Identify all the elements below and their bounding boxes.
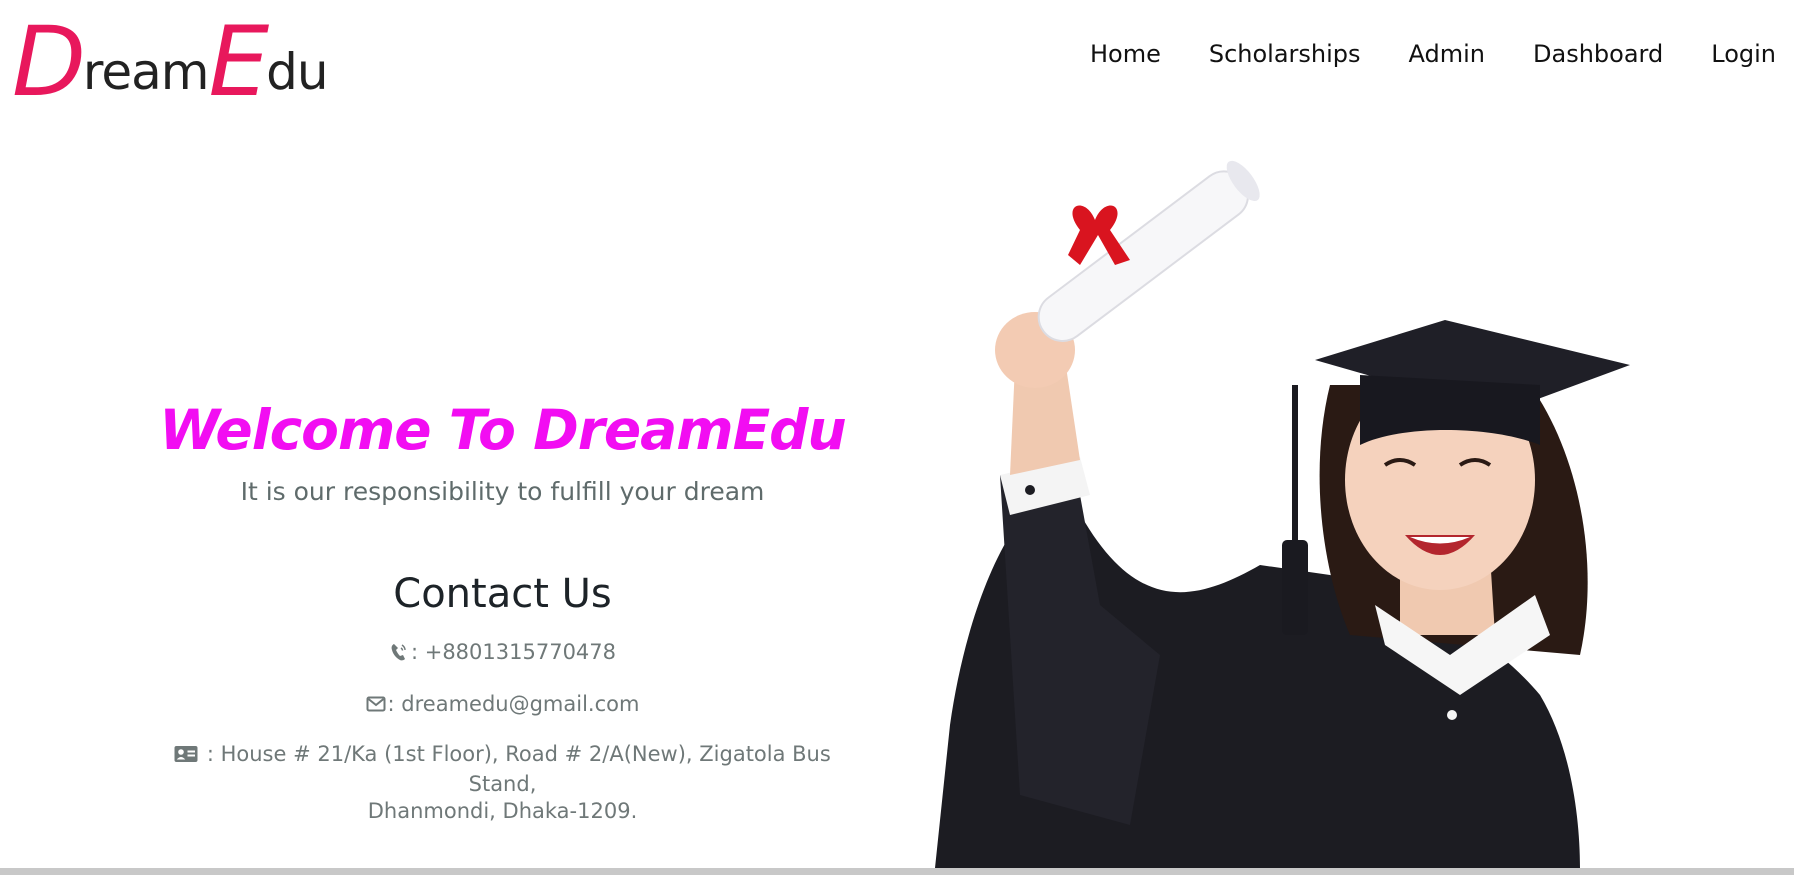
logo-letter-d: D <box>12 6 86 118</box>
contact-address-line1: : House # 21/Ka (1st Floor), Road # 2/A(… <box>200 742 831 796</box>
logo-text-ream: ream <box>82 43 210 101</box>
bottom-scrollbar[interactable] <box>0 868 1794 875</box>
contact-address: : House # 21/Ka (1st Floor), Road # 2/A(… <box>140 741 865 825</box>
main-nav: Home Scholarships Admin Dashboard Login <box>1090 40 1776 68</box>
tagline: It is our responsibility to fulfill your… <box>240 477 765 506</box>
graduate-image <box>930 135 1665 868</box>
contact-phone-text: : +8801315770478 <box>410 640 617 664</box>
nav-home[interactable]: Home <box>1090 40 1161 68</box>
contact-email-text: : dreamedu@gmail.com <box>387 692 640 716</box>
contact-address-line2: Dhanmondi, Dhaka-1209. <box>367 799 638 823</box>
nav-scholarships[interactable]: Scholarships <box>1209 40 1361 68</box>
contact-phone: : +8801315770478 <box>140 639 865 669</box>
contact-email: : dreamedu@gmail.com <box>140 691 865 721</box>
logo-letter-e: E <box>208 6 270 118</box>
welcome-heading: Welcome To DreamEdu <box>159 398 846 462</box>
envelope-icon <box>366 694 386 721</box>
address-card-icon <box>174 744 198 771</box>
page: D ream E du Home Scholarships Admin Dash… <box>0 0 1794 875</box>
contact-heading: Contact Us <box>393 571 612 617</box>
phone-icon <box>389 642 409 669</box>
logo-text-du: du <box>266 43 328 101</box>
site-logo[interactable]: D ream E du <box>12 0 329 118</box>
hero-section: Welcome To DreamEdu It is our responsibi… <box>140 395 865 825</box>
nav-login[interactable]: Login <box>1711 40 1776 68</box>
nav-dashboard[interactable]: Dashboard <box>1533 40 1663 68</box>
nav-admin[interactable]: Admin <box>1409 40 1486 68</box>
